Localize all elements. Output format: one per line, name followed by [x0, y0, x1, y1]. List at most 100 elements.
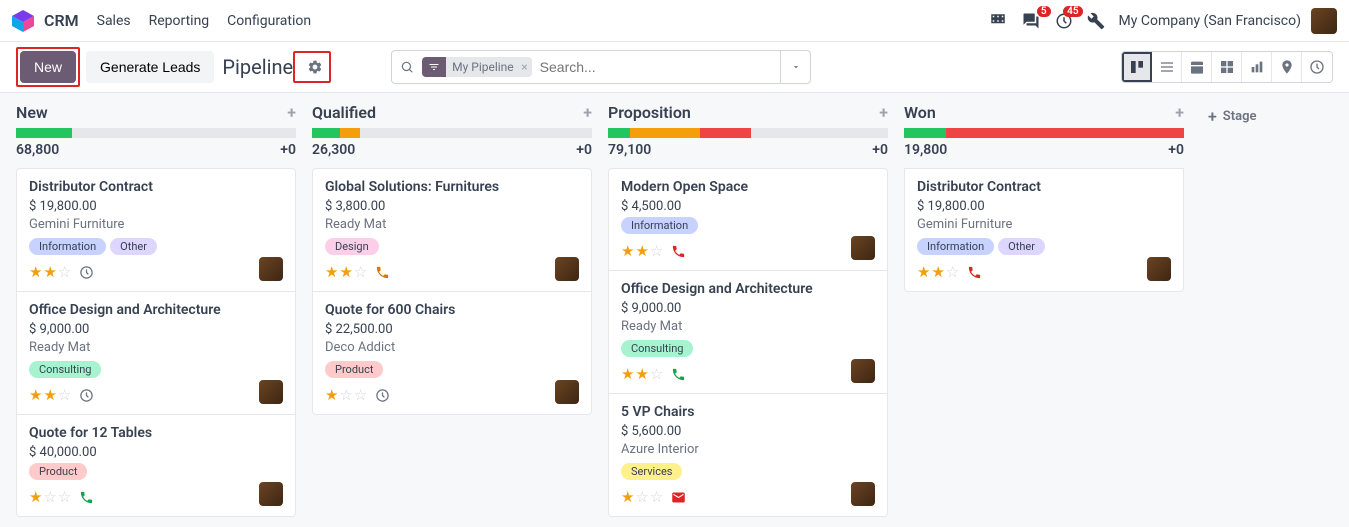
priority-star[interactable]: ★: [917, 263, 930, 281]
kanban-card[interactable]: Global Solutions: Furnitures$ 3,800.00Re…: [312, 168, 592, 292]
kanban-card[interactable]: Quote for 600 Chairs$ 22,500.00Deco Addi…: [312, 292, 592, 415]
priority-star[interactable]: ★: [621, 365, 634, 383]
kanban-card[interactable]: Office Design and Architecture$ 9,000.00…: [608, 271, 888, 394]
priority-star[interactable]: ★: [43, 386, 56, 404]
tag[interactable]: Other: [998, 238, 1045, 255]
activity-phone-icon[interactable]: [671, 367, 686, 382]
tag[interactable]: Information: [917, 238, 994, 255]
search-icon: [400, 60, 414, 74]
nav-reporting[interactable]: Reporting: [149, 13, 210, 29]
tag[interactable]: Services: [621, 463, 682, 480]
tag[interactable]: Product: [29, 463, 87, 480]
nav-sales[interactable]: Sales: [97, 13, 131, 29]
card-avatar[interactable]: [851, 236, 875, 260]
add-stage-button[interactable]: +Stage: [1200, 103, 1264, 130]
priority-star[interactable]: ☆: [43, 488, 56, 506]
card-avatar[interactable]: [259, 482, 283, 506]
priority-star[interactable]: ☆: [650, 365, 663, 383]
priority-star[interactable]: ☆: [946, 263, 959, 281]
priority-star[interactable]: ★: [621, 242, 634, 260]
card-amount: $ 19,800.00: [917, 199, 1171, 214]
view-kanban[interactable]: [1122, 52, 1152, 82]
view-calendar[interactable]: [1182, 52, 1212, 82]
dialer-icon[interactable]: [989, 12, 1007, 30]
priority-star[interactable]: ★: [43, 263, 56, 281]
activity-envelope-icon[interactable]: [671, 490, 686, 505]
card-amount: $ 9,000.00: [621, 301, 875, 316]
messages-icon[interactable]: 5: [1021, 12, 1041, 30]
card-title: Global Solutions: Furnitures: [325, 179, 579, 195]
tag[interactable]: Other: [110, 238, 157, 255]
kanban-card[interactable]: Distributor Contract$ 19,800.00Gemini Fu…: [904, 168, 1184, 292]
search-input[interactable]: [540, 59, 780, 75]
priority-star[interactable]: ☆: [58, 386, 71, 404]
card-avatar[interactable]: [555, 380, 579, 404]
priority-star[interactable]: ☆: [650, 488, 663, 506]
priority-star[interactable]: ★: [621, 488, 634, 506]
card-avatar[interactable]: [259, 257, 283, 281]
priority-star[interactable]: ★: [29, 488, 42, 506]
column-add-icon[interactable]: +: [583, 103, 592, 122]
activities-icon[interactable]: 45: [1055, 12, 1073, 30]
column-add-icon[interactable]: +: [287, 103, 296, 122]
kanban-card[interactable]: 5 VP Chairs$ 5,600.00Azure InteriorServi…: [608, 394, 888, 517]
search-options[interactable]: [780, 51, 810, 83]
priority-star[interactable]: ★: [931, 263, 944, 281]
card-footer: ★★☆: [29, 263, 283, 281]
activity-clock-icon[interactable]: [79, 265, 94, 280]
priority-star[interactable]: ★: [635, 365, 648, 383]
new-button[interactable]: New: [20, 51, 76, 83]
card-tags: Product: [325, 361, 579, 378]
priority-star[interactable]: ★: [29, 263, 42, 281]
column-add-icon[interactable]: +: [879, 103, 888, 122]
tag[interactable]: Consulting: [29, 361, 101, 378]
card-avatar[interactable]: [851, 359, 875, 383]
view-map[interactable]: [1272, 52, 1302, 82]
card-avatar[interactable]: [259, 380, 283, 404]
view-pivot[interactable]: [1212, 52, 1242, 82]
user-avatar[interactable]: [1311, 8, 1337, 34]
tag[interactable]: Design: [325, 238, 379, 255]
generate-leads-button[interactable]: Generate Leads: [86, 51, 214, 83]
activity-phone-icon[interactable]: [375, 265, 390, 280]
card-avatar[interactable]: [1147, 257, 1171, 281]
priority-star[interactable]: ☆: [339, 386, 352, 404]
kanban-card[interactable]: Quote for 12 Tables$ 40,000.00Product★☆☆: [16, 415, 296, 517]
filter-chip[interactable]: My Pipeline ×: [422, 57, 532, 77]
priority-star[interactable]: ★: [339, 263, 352, 281]
priority-star[interactable]: ☆: [58, 488, 71, 506]
activity-clock-icon[interactable]: [375, 388, 390, 403]
kanban-card[interactable]: Modern Open Space$ 4,500.00Information★★…: [608, 168, 888, 271]
card-avatar[interactable]: [555, 257, 579, 281]
tag[interactable]: Consulting: [621, 340, 693, 357]
kanban-card[interactable]: Distributor Contract$ 19,800.00Gemini Fu…: [16, 168, 296, 292]
activity-phone-icon[interactable]: [671, 244, 686, 259]
settings-button[interactable]: [303, 55, 327, 79]
tools-icon[interactable]: [1087, 12, 1105, 30]
tag[interactable]: Product: [325, 361, 383, 378]
priority-star[interactable]: ☆: [354, 386, 367, 404]
nav-configuration[interactable]: Configuration: [227, 13, 311, 29]
tag[interactable]: Information: [621, 217, 698, 234]
priority-star[interactable]: ☆: [58, 263, 71, 281]
priority-star[interactable]: ☆: [354, 263, 367, 281]
view-activity[interactable]: [1302, 52, 1332, 82]
priority-star[interactable]: ★: [325, 263, 338, 281]
activity-clock-icon[interactable]: [79, 388, 94, 403]
card-avatar[interactable]: [851, 482, 875, 506]
activity-phone-icon[interactable]: [967, 265, 982, 280]
kanban-card[interactable]: Office Design and Architecture$ 9,000.00…: [16, 292, 296, 415]
company-selector[interactable]: My Company (San Francisco): [1119, 13, 1301, 29]
view-list[interactable]: [1152, 52, 1182, 82]
filter-chip-remove[interactable]: ×: [521, 60, 527, 74]
priority-star[interactable]: ★: [325, 386, 338, 404]
tag[interactable]: Information: [29, 238, 106, 255]
priority-star[interactable]: ★: [29, 386, 42, 404]
card-title: Modern Open Space: [621, 179, 875, 195]
activity-phone-icon[interactable]: [79, 490, 94, 505]
priority-star[interactable]: ★: [635, 242, 648, 260]
priority-star[interactable]: ☆: [635, 488, 648, 506]
view-graph[interactable]: [1242, 52, 1272, 82]
priority-star[interactable]: ☆: [650, 242, 663, 260]
column-add-icon[interactable]: +: [1175, 103, 1184, 122]
